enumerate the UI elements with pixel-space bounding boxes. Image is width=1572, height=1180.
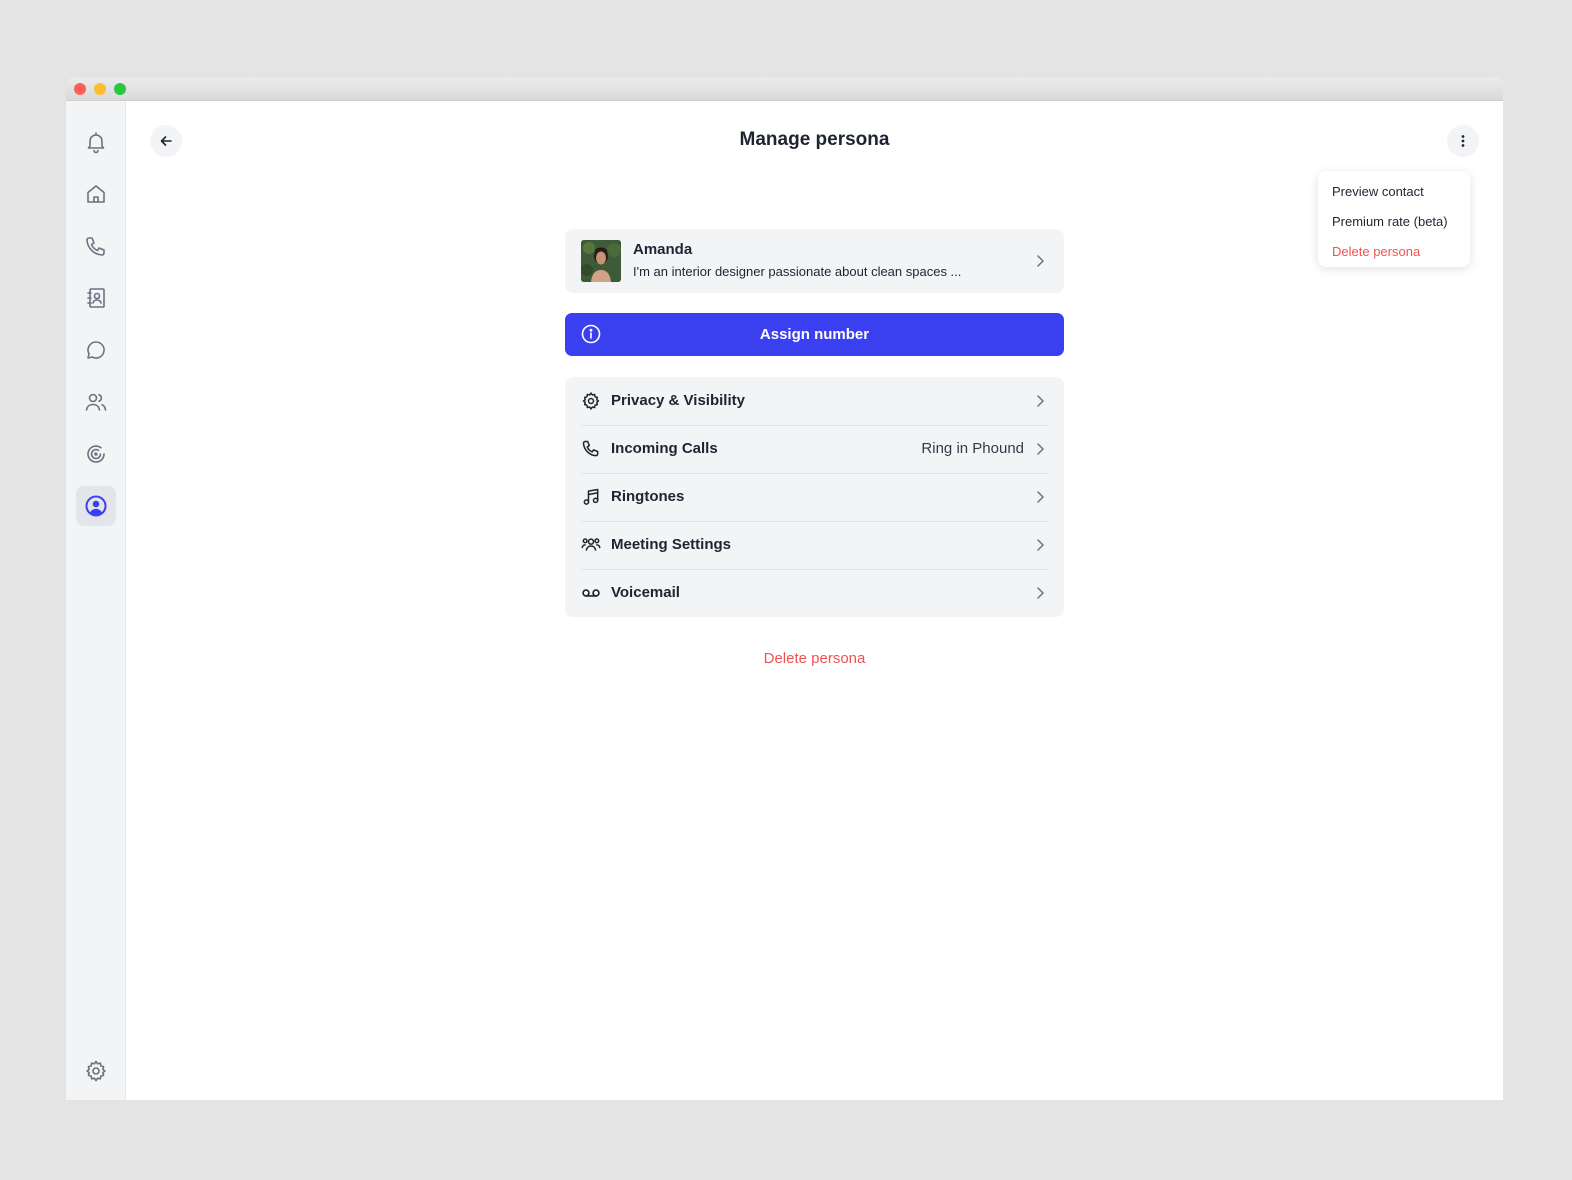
divider	[581, 473, 1048, 474]
gear-icon	[582, 392, 600, 410]
settings-row-label: Ringtones	[611, 488, 685, 505]
settings-row-label: Incoming Calls	[611, 440, 718, 457]
window-titlebar	[66, 78, 1503, 101]
settings-row-label: Voicemail	[611, 584, 680, 601]
divider	[581, 425, 1048, 426]
settings-row-voicemail[interactable]: Voicemail	[581, 569, 1048, 617]
persona-bio: I'm an interior designer passionate abou…	[633, 264, 962, 279]
assign-number-label: Assign number	[759, 326, 870, 343]
sidebar	[66, 101, 126, 1100]
sidebar-item-settings[interactable]	[76, 1051, 116, 1091]
phone-icon	[582, 440, 599, 457]
chevron-right-icon	[1037, 443, 1044, 455]
persona-name: Amanda	[633, 241, 693, 258]
more-options-button[interactable]	[1447, 125, 1479, 157]
chevron-right-icon	[1037, 255, 1044, 267]
settings-row-meeting-settings[interactable]: Meeting Settings	[581, 521, 1048, 569]
music-note-icon	[583, 488, 599, 505]
divider	[581, 521, 1048, 522]
settings-row-incoming-calls[interactable]: Incoming Calls Ring in Phound	[581, 425, 1048, 473]
chat-icon	[87, 341, 105, 359]
sidebar-item-contacts[interactable]	[76, 278, 116, 318]
contacts-book-icon	[87, 288, 105, 308]
spiral-icon	[87, 445, 105, 463]
vertical-dots-icon	[1461, 135, 1465, 147]
assign-number-button[interactable]: Assign number	[565, 313, 1064, 356]
divider	[581, 569, 1048, 570]
chevron-right-icon	[1037, 539, 1044, 551]
sidebar-item-persona[interactable]	[76, 486, 116, 526]
menu-item-premium-rate[interactable]: Premium rate (beta)	[1318, 207, 1470, 237]
settings-row-label: Meeting Settings	[611, 536, 732, 553]
settings-row-value: Ring in Phound	[921, 440, 1024, 457]
chevron-right-icon	[1037, 587, 1044, 599]
gear-icon	[86, 1060, 106, 1082]
settings-list: Privacy & Visibility Incoming Calls Ring…	[565, 377, 1064, 617]
sidebar-item-home[interactable]	[76, 174, 116, 214]
zoom-window-button[interactable]	[114, 83, 126, 95]
home-icon	[87, 185, 105, 203]
app-window: Manage persona Preview contact Premium r…	[66, 78, 1503, 1100]
users-icon	[85, 393, 107, 411]
settings-row-label: Privacy & Visibility	[611, 392, 745, 409]
sidebar-item-calls[interactable]	[76, 226, 116, 266]
settings-row-ringtones[interactable]: Ringtones	[581, 473, 1048, 521]
options-dropdown-menu: Preview contact Premium rate (beta) Dele…	[1318, 171, 1470, 267]
voicemail-icon	[582, 589, 600, 597]
chevron-right-icon	[1037, 395, 1044, 407]
persona-profile-card[interactable]: Amanda I'm an interior designer passiona…	[565, 229, 1064, 293]
user-circle-icon	[85, 495, 107, 517]
delete-persona-button[interactable]: Delete persona	[565, 650, 1064, 667]
users-group-icon	[581, 538, 601, 551]
page-title: Manage persona	[739, 129, 890, 150]
avatar	[581, 240, 621, 282]
sidebar-item-activity[interactable]	[76, 434, 116, 474]
chevron-right-icon	[1037, 491, 1044, 503]
main-content: Manage persona Preview contact Premium r…	[126, 101, 1503, 1100]
settings-row-privacy[interactable]: Privacy & Visibility	[581, 377, 1048, 425]
menu-item-delete-persona[interactable]: Delete persona	[1318, 237, 1470, 267]
minimize-window-button[interactable]	[94, 83, 106, 95]
menu-item-preview-contact[interactable]: Preview contact	[1318, 177, 1470, 207]
sidebar-item-notifications[interactable]	[76, 122, 116, 162]
bell-icon	[87, 132, 105, 154]
sidebar-item-messages[interactable]	[76, 330, 116, 370]
sidebar-item-team[interactable]	[76, 382, 116, 422]
phone-icon	[86, 237, 105, 256]
close-window-button[interactable]	[74, 83, 86, 95]
